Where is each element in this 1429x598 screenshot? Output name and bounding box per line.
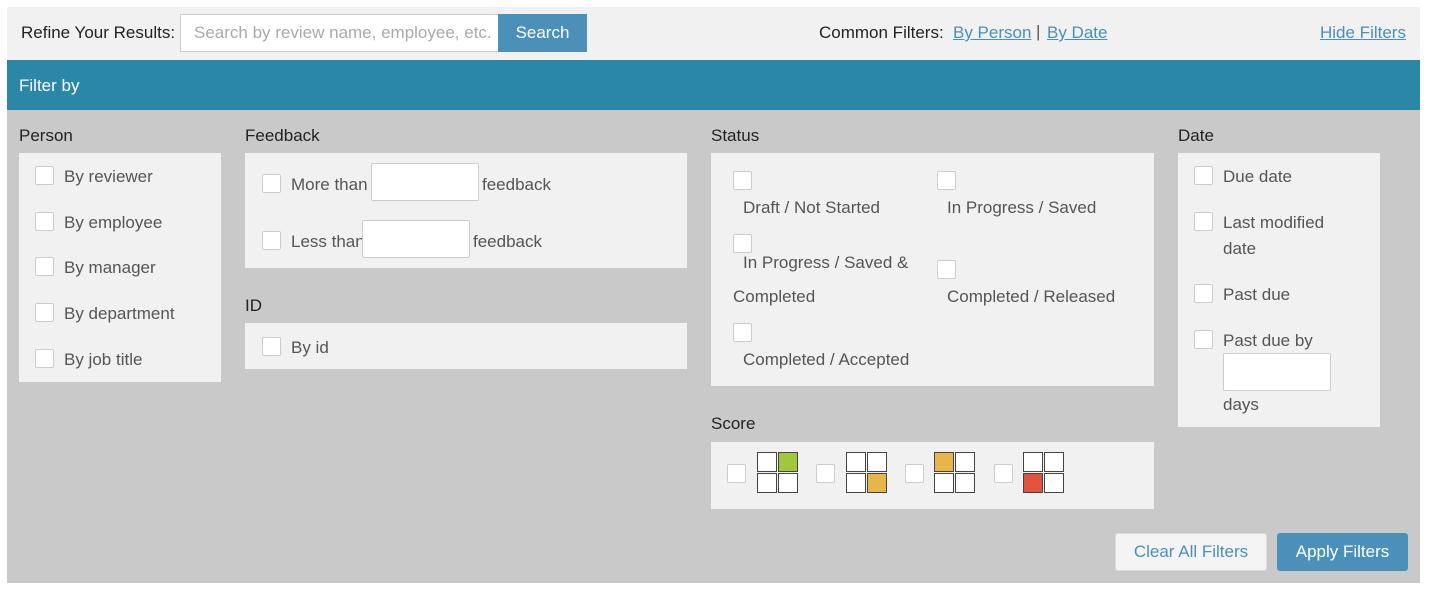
completed-accepted-checkbox[interactable] [733,323,752,342]
date-section-title: Date [1178,126,1214,145]
score-yellow-low-cell [867,473,887,493]
less-than-input[interactable] [362,220,470,258]
by-reviewer-checkbox[interactable] [35,166,54,185]
more-than-checkbox[interactable] [262,174,281,193]
hide-filters-link[interactable]: Hide Filters [1320,23,1406,43]
past-due-by-label: Past due by [1223,331,1313,350]
score-green-checkbox[interactable] [727,464,746,483]
in-progress-completed-label-line2: Completed [733,287,816,306]
search-button[interactable]: Search [498,14,587,52]
completed-released-checkbox[interactable] [937,260,956,279]
less-than-checkbox[interactable] [262,231,281,250]
more-than-input[interactable] [371,163,479,201]
score-green-cell [778,452,798,472]
more-than-suffix: feedback [482,175,551,194]
feedback-section-title: Feedback [245,126,320,145]
in-progress-completed-label: In Progress / Saved & [743,253,909,272]
score-green-grid-icon [757,452,799,494]
person-options-box: By reviewer By employee By manager By de… [19,153,221,382]
person-section-title: Person [19,126,73,145]
by-employee-checkbox[interactable] [35,212,54,231]
past-due-by-checkbox[interactable] [1194,330,1213,349]
by-department-checkbox[interactable] [35,303,54,322]
in-progress-saved-checkbox[interactable] [937,171,956,190]
by-manager-checkbox[interactable] [35,257,54,276]
score-yellow-high-checkbox[interactable] [905,464,924,483]
completed-accepted-label: Completed / Accepted [743,350,910,369]
completed-released-label: Completed / Released [947,287,1116,306]
feedback-options-box: More than feedback Less than feedback [245,153,687,268]
by-employee-label: By employee [64,213,163,232]
due-date-checkbox[interactable] [1194,166,1213,185]
id-section-title: ID [245,296,262,315]
score-section-title: Score [711,414,756,433]
past-due-days-input[interactable] [1223,353,1331,391]
draft-checkbox[interactable] [733,171,752,190]
draft-label: Draft / Not Started [743,198,880,217]
last-modified-label: Last modified [1223,213,1325,232]
in-progress-completed-checkbox[interactable] [733,234,752,253]
score-options-box [711,442,1154,509]
score-red-grid-icon [1023,452,1065,494]
filter-header: Filter by [7,60,1420,110]
common-filters-label: Common Filters: [819,23,944,42]
less-than-suffix: feedback [473,232,542,251]
by-manager-label: By manager [64,258,156,277]
more-than-label: More than [291,175,368,194]
days-label: days [1223,395,1259,414]
apply-filters-button[interactable]: Apply Filters [1277,533,1408,571]
date-options-box: Due date Last modified date Past due Pas… [1178,153,1380,427]
search-bar: Refine Your Results: Search Common Filte… [7,7,1420,60]
search-input[interactable] [180,14,498,52]
link-separator: | [1036,22,1041,41]
due-date-label: Due date [1223,167,1292,186]
id-options-box: By id [245,323,687,369]
status-section-title: Status [711,126,760,145]
score-yellow-high-cell [934,452,954,472]
status-options-box: Draft / Not Started In Progress / Saved … [711,153,1154,386]
filter-header-title: Filter by [19,76,80,95]
by-date-link[interactable]: By Date [1047,23,1107,43]
score-yellow-high-grid-icon [934,452,976,494]
by-id-checkbox[interactable] [262,337,281,356]
clear-all-filters-button[interactable]: Clear All Filters [1115,533,1267,571]
score-yellow-low-grid-icon [846,452,888,494]
less-than-label: Less than [291,232,365,251]
by-id-label: By id [291,338,329,357]
by-job-title-label: By job title [64,350,143,369]
by-person-link[interactable]: By Person [953,23,1031,43]
in-progress-saved-label: In Progress / Saved [947,198,1097,217]
past-due-checkbox[interactable] [1194,284,1213,303]
past-due-label: Past due [1223,285,1291,304]
score-yellow-low-checkbox[interactable] [816,464,835,483]
score-red-checkbox[interactable] [994,464,1013,483]
by-job-title-checkbox[interactable] [35,349,54,368]
last-modified-checkbox[interactable] [1194,212,1213,231]
score-red-cell [1023,473,1043,493]
filter-panel: Refine Your Results: Search Common Filte… [7,7,1420,583]
by-reviewer-label: By reviewer [64,167,153,186]
refine-label: Refine Your Results: [21,23,176,42]
last-modified-label-line2: date [1223,239,1257,258]
by-department-label: By department [64,304,175,323]
